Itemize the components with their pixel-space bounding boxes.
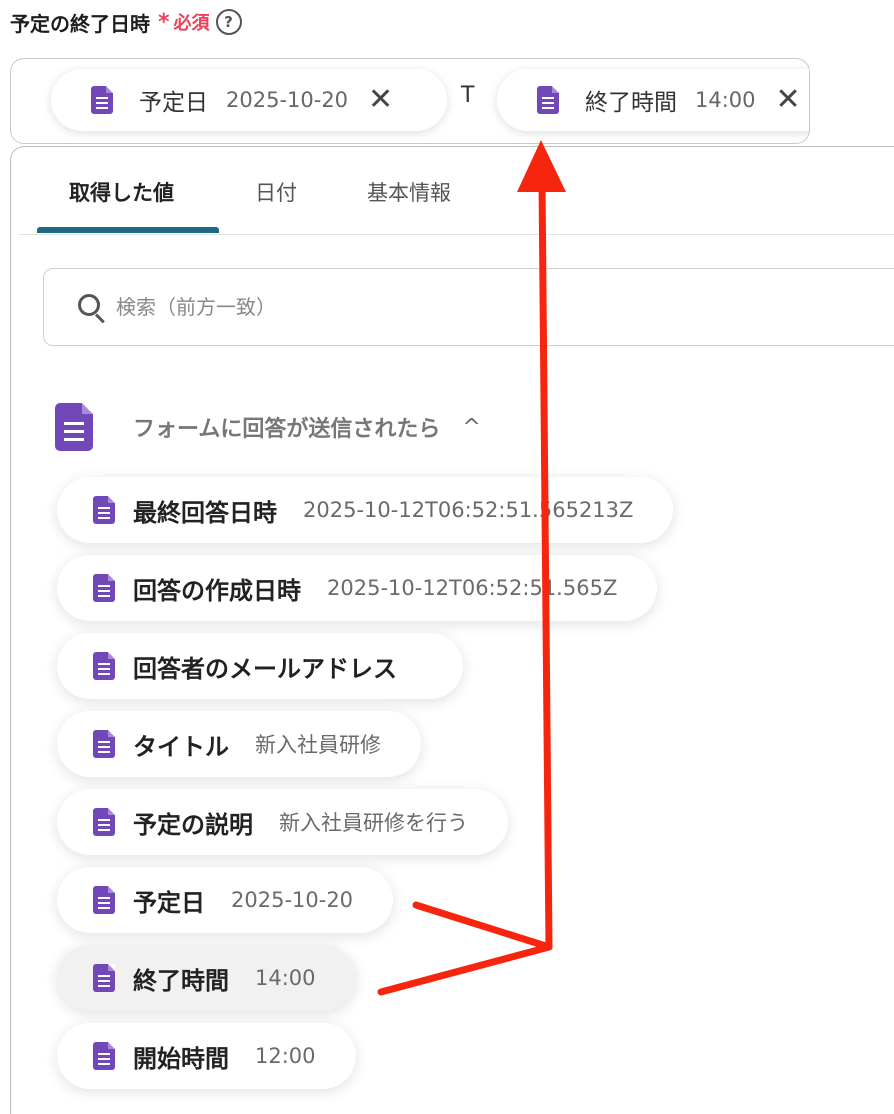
help-icon[interactable]: ? (215, 9, 242, 35)
search-box[interactable] (43, 268, 894, 346)
field-label-row: 予定の終了日時 * 必須 ? (10, 6, 242, 38)
google-forms-icon (537, 86, 559, 114)
list-item[interactable]: 回答者のメールアドレス (57, 633, 463, 699)
chip-value: 2025-10-20 (226, 88, 349, 112)
google-forms-icon (91, 86, 113, 114)
item-label: 予定の説明 (133, 810, 253, 839)
item-value: 2025-10-12T06:52:51.565213Z (303, 498, 634, 522)
item-label: 開始時間 (133, 1044, 229, 1073)
chip-value: 14:00 (695, 88, 756, 112)
list-item[interactable]: 回答の作成日時 2025-10-12T06:52:51.565Z (57, 555, 658, 621)
google-forms-icon (93, 496, 115, 524)
google-forms-icon (93, 1042, 115, 1070)
close-icon[interactable]: ✕ (776, 85, 801, 115)
chip-label: 予定日 (139, 90, 208, 116)
tab-date[interactable]: 日付 (255, 177, 297, 207)
required-asterisk: * (158, 9, 170, 35)
tab-bar: 取得した値 日付 基本情報 (19, 147, 894, 235)
chevron-up-icon[interactable]: ^ (462, 415, 480, 440)
chip-scheduled-date[interactable]: 予定日 2025-10-20 ✕ (51, 69, 447, 131)
item-label: 回答の作成日時 (133, 576, 301, 605)
google-forms-icon (93, 964, 115, 992)
list-item[interactable]: 終了時間 14:00 (57, 945, 356, 1011)
close-icon[interactable]: ✕ (368, 85, 393, 115)
active-tab-indicator (37, 227, 219, 233)
item-value: 2025-10-12T06:52:51.565Z (327, 576, 618, 600)
list-item[interactable]: 予定の説明 新入社員研修を行う (57, 789, 508, 855)
item-value: 新入社員研修を行う (279, 811, 468, 835)
item-label: 予定日 (133, 888, 205, 917)
item-value: 新入社員研修 (255, 733, 381, 757)
search-input[interactable] (116, 295, 716, 319)
list-item[interactable]: 予定日 2025-10-20 (57, 867, 394, 933)
google-forms-icon (93, 808, 115, 836)
item-label: 回答者のメールアドレス (133, 654, 397, 683)
list-item[interactable]: 最終回答日時 2025-10-12T06:52:51.565213Z (57, 477, 674, 543)
google-forms-icon (93, 730, 115, 758)
item-value: 12:00 (255, 1044, 316, 1068)
item-value: 2025-10-20 (231, 888, 354, 912)
google-forms-icon (93, 886, 115, 914)
google-forms-icon (55, 403, 93, 451)
item-label: 終了時間 (133, 966, 229, 995)
search-icon (76, 292, 106, 324)
separator-text: T (461, 83, 475, 108)
end-datetime-input[interactable]: 予定日 2025-10-20 ✕ T 終了時間 14:00 ✕ (10, 58, 810, 144)
tab-acquired-values[interactable]: 取得した値 (69, 177, 174, 207)
item-label: 最終回答日時 (133, 498, 277, 527)
list-item[interactable]: 開始時間 12:00 (57, 1023, 356, 1089)
google-forms-icon (93, 574, 115, 602)
chip-label: 終了時間 (585, 90, 677, 116)
field-label: 予定の終了日時 (10, 11, 150, 36)
value-picker-panel: 取得した値 日付 基本情報 フォームに回答が送信されたら ^ 最終回答日時 20… (10, 146, 894, 1114)
group-header[interactable]: フォームに回答が送信されたら ^ (55, 403, 481, 451)
google-forms-icon (93, 652, 115, 680)
item-value: 14:00 (255, 966, 316, 990)
tab-basic-info[interactable]: 基本情報 (367, 177, 451, 207)
list-item[interactable]: タイトル 新入社員研修 (57, 711, 421, 777)
group-title: フォームに回答が送信されたら (133, 417, 441, 442)
required-label: 必須 (173, 13, 210, 34)
chip-end-time[interactable]: 終了時間 14:00 ✕ (497, 69, 809, 131)
item-label: タイトル (133, 732, 229, 761)
